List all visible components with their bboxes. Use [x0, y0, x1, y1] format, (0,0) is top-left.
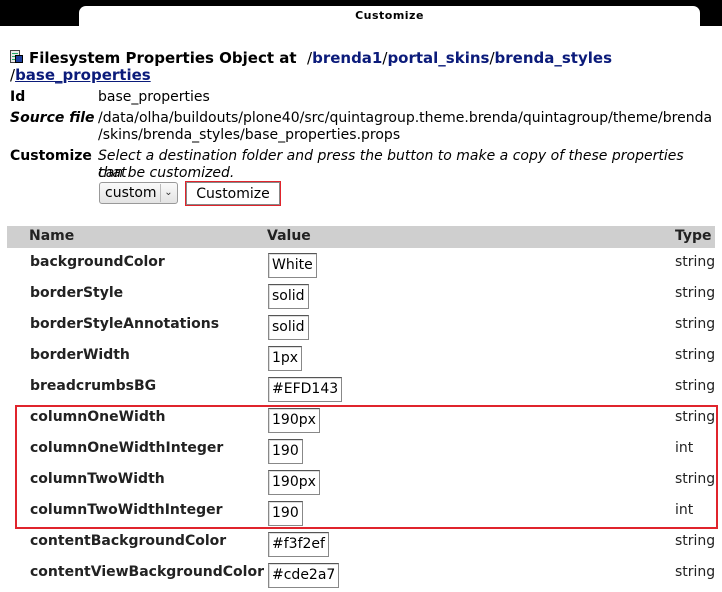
column-header-type: Type: [675, 228, 712, 244]
property-value-input[interactable]: White: [268, 253, 317, 278]
property-name: borderStyleAnnotations: [30, 316, 220, 332]
property-name: borderWidth: [30, 347, 130, 363]
table-row: borderWidth 1px string: [0, 343, 722, 374]
breadcrumb-portal-skins[interactable]: portal_skins: [387, 49, 489, 67]
customize-button[interactable]: Customize: [186, 182, 280, 205]
breadcrumb-line2: /base_properties: [10, 66, 151, 84]
table-row: backgroundColor White string: [0, 250, 722, 281]
property-value-input[interactable]: solid: [268, 315, 309, 340]
source-file-label: Source file: [10, 110, 95, 126]
folder-select[interactable]: custom ⌄: [99, 182, 178, 204]
customize-desc-line2: can be customized.: [98, 165, 235, 181]
table-row: breadcrumbsBG #EFD143 string: [0, 374, 722, 405]
table-row: borderStyleAnnotations solid string: [0, 312, 722, 343]
page-title-prefix: Filesystem Properties Object at: [29, 49, 297, 67]
property-name: contentBackgroundColor: [30, 533, 227, 549]
property-type: string: [675, 254, 716, 270]
column-header-value: Value: [267, 228, 311, 244]
property-type: string: [675, 316, 716, 332]
properties-file-icon: [10, 50, 24, 64]
table-row: contentViewBackgroundColor #cde2a7 string: [0, 560, 722, 591]
property-value-input[interactable]: #EFD143: [268, 377, 343, 402]
window-title-tab: Customize: [79, 6, 700, 26]
property-value-input[interactable]: #f3f2ef: [268, 532, 329, 557]
customize-label: Customize: [10, 148, 92, 164]
page-title: Filesystem Properties Object at /brenda1…: [10, 49, 612, 67]
column-header-name: Name: [29, 228, 75, 244]
chevron-down-icon: ⌄: [160, 184, 176, 202]
property-value-input[interactable]: solid: [268, 284, 309, 309]
source-file-line2: /skins/brenda_styles/base_properties.pro…: [98, 127, 401, 143]
breadcrumb-base-properties[interactable]: base_properties: [15, 66, 151, 84]
property-type: string: [675, 378, 716, 394]
id-value: base_properties: [98, 89, 210, 105]
breadcrumb-brenda1[interactable]: brenda1: [312, 49, 382, 67]
property-name: borderStyle: [30, 285, 124, 301]
property-value-input[interactable]: #cde2a7: [268, 563, 340, 588]
property-type: string: [675, 533, 716, 549]
breadcrumb-brenda-styles[interactable]: brenda_styles: [495, 49, 612, 67]
property-type: string: [675, 564, 716, 580]
source-file-line1: /data/olha/buildouts/plone40/src/quintag…: [98, 110, 713, 126]
table-header: Name Value Type: [7, 226, 715, 248]
highlight-box: [15, 405, 718, 529]
id-label: Id: [10, 89, 26, 105]
property-type: string: [675, 347, 716, 363]
folder-select-value: custom: [105, 185, 157, 201]
window-top-bar: Customize: [0, 0, 722, 26]
table-row: contentBackgroundColor #f3f2ef string: [0, 529, 722, 560]
table-row: borderStyle solid string: [0, 281, 722, 312]
property-value-input[interactable]: 1px: [268, 346, 303, 371]
property-type: string: [675, 285, 716, 301]
property-name: backgroundColor: [30, 254, 165, 270]
property-name: breadcrumbsBG: [30, 378, 157, 394]
property-name: contentViewBackgroundColor: [30, 564, 264, 580]
